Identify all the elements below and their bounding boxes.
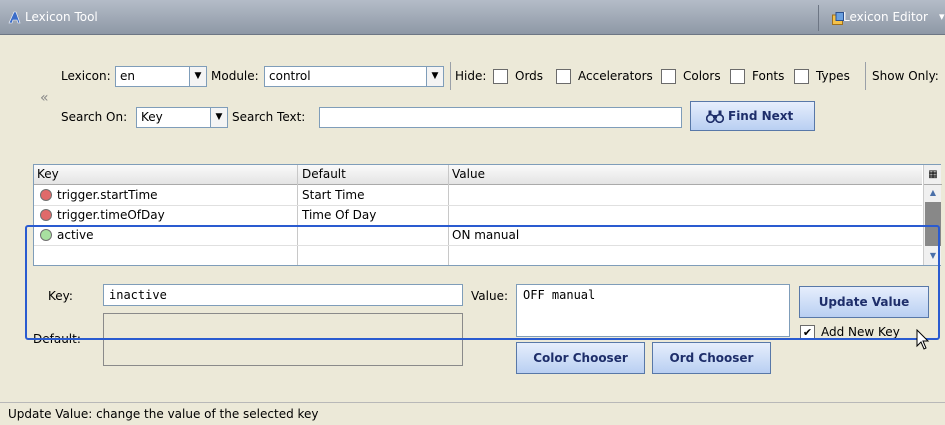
search-text-input[interactable] — [319, 107, 682, 128]
chevron-down-icon[interactable]: ▼ — [189, 67, 206, 86]
search-on-select-value: Key — [141, 110, 163, 124]
status-red-icon — [40, 189, 52, 201]
hide-accelerators-checkbox[interactable] — [556, 69, 571, 84]
hide-colors-label: Colors — [683, 69, 721, 83]
selection-highlight — [25, 225, 940, 340]
hide-ords-checkbox[interactable] — [493, 69, 508, 84]
show-only-label: Show Only: — [872, 69, 939, 83]
binoculars-icon — [706, 110, 724, 123]
table-header: Key Default Value — [34, 165, 922, 185]
column-header-key[interactable]: Key — [37, 167, 59, 181]
lexicon-select[interactable]: en ▼ — [115, 66, 207, 87]
table-row[interactable]: trigger.startTime Start Time — [34, 186, 922, 206]
status-bar: Update Value: change the value of the se… — [0, 402, 945, 425]
status-text: Update Value: change the value of the se… — [8, 407, 319, 421]
lexicon-editor-label: Lexicon Editor — [843, 10, 928, 24]
toolbar-divider — [865, 62, 866, 90]
hide-ords-label: Ords — [515, 69, 544, 83]
hide-types-label: Types — [816, 69, 850, 83]
search-text-label: Search Text: — [232, 110, 306, 124]
hide-types-checkbox[interactable] — [794, 69, 809, 84]
lexicon-tool-icon — [8, 11, 21, 24]
lexicon-editor-dropdown[interactable]: Lexicon Editor ▾ — [818, 5, 945, 31]
scroll-up-icon[interactable]: ▲ — [925, 186, 941, 200]
row-key: trigger.startTime — [57, 188, 158, 202]
find-next-label: Find Next — [728, 109, 794, 123]
hide-fonts-checkbox[interactable] — [730, 69, 745, 84]
chevron-down-icon[interactable]: ▼ — [210, 108, 227, 127]
search-on-label: Search On: — [61, 110, 128, 124]
color-chooser-button[interactable]: Color Chooser — [516, 342, 645, 374]
lexicon-select-value: en — [120, 69, 135, 83]
column-header-default[interactable]: Default — [302, 167, 346, 181]
column-header-value[interactable]: Value — [452, 167, 485, 181]
module-select[interactable]: control ▼ — [264, 66, 444, 87]
row-key: trigger.timeOfDay — [57, 208, 165, 222]
status-red-icon — [40, 209, 52, 221]
hide-label: Hide: — [455, 69, 487, 83]
ord-chooser-button[interactable]: Ord Chooser — [652, 342, 771, 374]
row-default: Start Time — [302, 188, 365, 202]
chevron-down-icon[interactable]: ▼ — [426, 67, 443, 86]
row-default: Time Of Day — [302, 208, 377, 222]
module-label: Module: — [211, 69, 259, 83]
hide-fonts-label: Fonts — [752, 69, 785, 83]
chevron-down-icon: ▾ — [939, 10, 945, 23]
search-on-select[interactable]: Key ▼ — [136, 107, 228, 128]
mouse-pointer-icon — [916, 329, 930, 350]
window-title: Lexicon Tool — [25, 10, 98, 24]
find-next-button[interactable]: Find Next — [690, 101, 815, 131]
hide-accelerators-label: Accelerators — [578, 69, 653, 83]
collapse-icon[interactable]: « — [40, 90, 49, 106]
module-select-value: control — [269, 69, 311, 83]
hide-colors-checkbox[interactable] — [661, 69, 676, 84]
toolbar-divider — [450, 62, 451, 90]
title-bar: Lexicon Tool Lexicon Editor ▾ — [0, 0, 945, 35]
column-chooser-icon[interactable]: ▦ — [924, 165, 942, 185]
table-row[interactable]: trigger.timeOfDay Time Of Day — [34, 206, 922, 226]
lexicon-label: Lexicon: — [61, 69, 111, 83]
